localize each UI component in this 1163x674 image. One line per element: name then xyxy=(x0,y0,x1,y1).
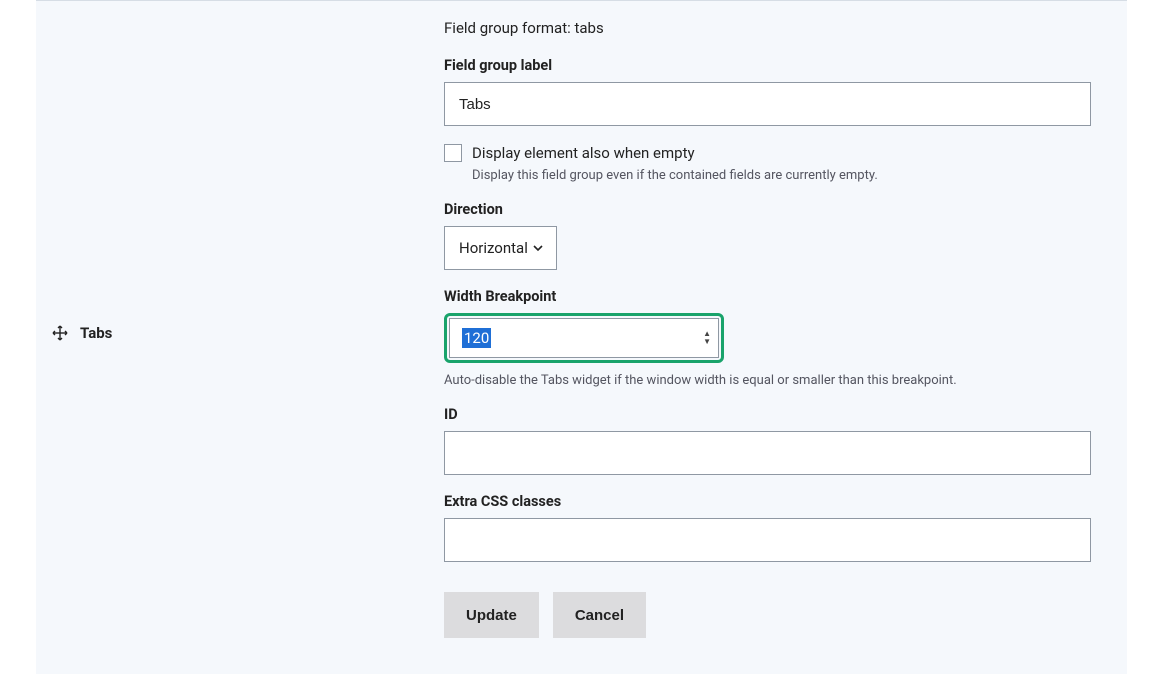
display-empty-label: Display element also when empty xyxy=(472,144,695,162)
direction-value: Horizontal xyxy=(459,239,528,257)
format-line: Field group format: tabs xyxy=(444,19,1091,37)
update-button[interactable]: Update xyxy=(444,592,539,638)
cancel-button[interactable]: Cancel xyxy=(553,592,646,638)
chevron-down-icon xyxy=(532,242,544,254)
breakpoint-value-highlight: 120 xyxy=(462,328,491,348)
css-input[interactable] xyxy=(444,518,1091,562)
direction-group: Direction Horizontal xyxy=(444,201,1091,270)
stepper-down-icon[interactable]: ▼ xyxy=(703,338,711,346)
id-input[interactable] xyxy=(444,431,1091,475)
row-header: Tabs xyxy=(36,19,444,638)
move-icon[interactable] xyxy=(50,323,70,343)
number-stepper[interactable]: ▲ ▼ xyxy=(703,330,711,346)
breakpoint-input-wrap: 120 ▲ ▼ xyxy=(444,313,724,363)
label-input[interactable] xyxy=(444,82,1091,126)
row-title: Tabs xyxy=(80,323,112,343)
id-group: ID xyxy=(444,406,1091,475)
label-field-label: Field group label xyxy=(444,57,1091,74)
display-empty-checkbox[interactable] xyxy=(444,144,462,162)
breakpoint-label: Width Breakpoint xyxy=(444,288,1091,305)
label-field-group: Field group label xyxy=(444,57,1091,126)
breakpoint-desc: Auto-disable the Tabs widget if the wind… xyxy=(444,373,1091,388)
format-prefix: Field group format: xyxy=(444,19,574,37)
direction-select[interactable]: Horizontal xyxy=(444,226,557,270)
css-group: Extra CSS classes xyxy=(444,493,1091,562)
field-group-settings-panel: Tabs Field group format: tabs Field grou… xyxy=(36,0,1127,674)
format-value: tabs xyxy=(574,19,603,37)
settings-form: Field group format: tabs Field group lab… xyxy=(444,19,1127,638)
breakpoint-group: Width Breakpoint 120 ▲ ▼ Auto-disable th… xyxy=(444,288,1091,388)
display-empty-group: Display element also when empty Display … xyxy=(444,144,1091,183)
id-label: ID xyxy=(444,406,1091,423)
display-empty-help: Display this field group even if the con… xyxy=(444,168,1091,183)
css-label: Extra CSS classes xyxy=(444,493,1091,510)
action-buttons: Update Cancel xyxy=(444,592,1091,638)
direction-label: Direction xyxy=(444,201,1091,218)
